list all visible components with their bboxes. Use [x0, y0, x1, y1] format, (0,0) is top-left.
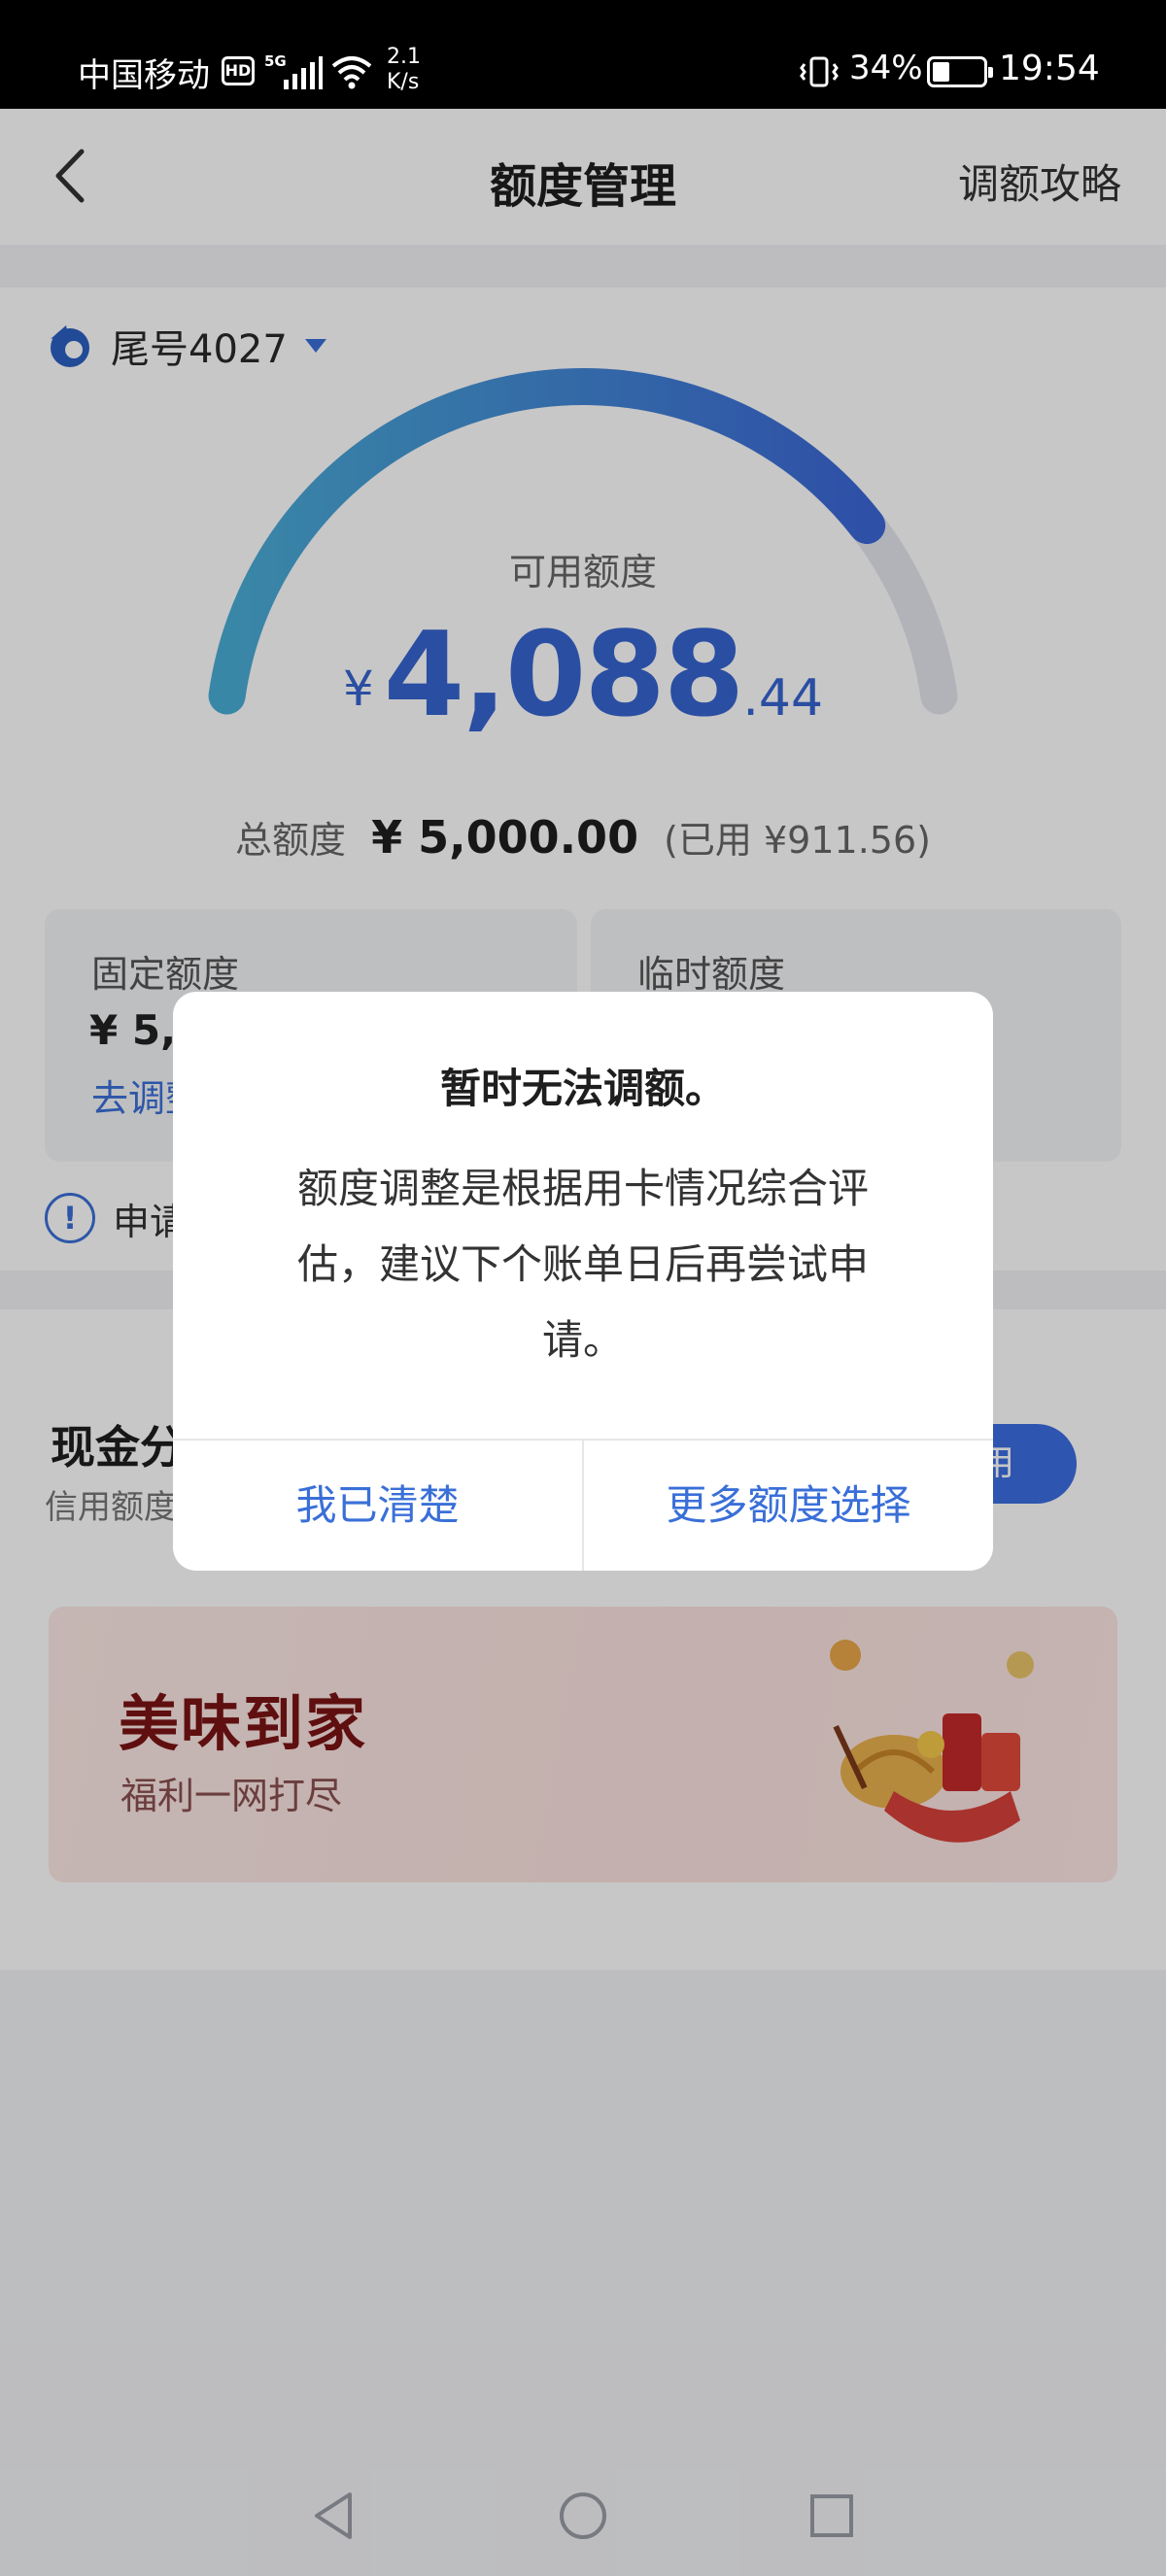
carrier-name: 中国移动 [78, 56, 210, 95]
status-bar: 中国移动 HD 5G 2.1 K/s 34% 19:54 [0, 0, 1166, 109]
hd-icon: HD [222, 56, 255, 85]
battery-icon [927, 56, 993, 87]
signal-icon [284, 56, 323, 89]
speed-unit: K/s [387, 70, 420, 94]
more-limit-options-button[interactable]: 更多额度选择 [584, 1441, 993, 1571]
acknowledge-button[interactable]: 我已清楚 [173, 1441, 582, 1571]
wifi-icon [331, 56, 372, 89]
network-speed: 2.1 K/s [387, 45, 421, 95]
dialog-message: 额度调整是根据用卡情况综合评估，建议下个账单日后再尝试申请。 [296, 1165, 869, 1364]
battery-level [933, 62, 949, 82]
limit-adjust-dialog: 暂时无法调额。 额度调整是根据用卡情况综合评估，建议下个账单日后再尝试申请。 我… [173, 992, 993, 1571]
battery-percent: 34% [849, 49, 923, 87]
dialog-title: 暂时无法调额。 [439, 1065, 726, 1112]
clock: 19:54 [999, 49, 1100, 88]
vibrate-icon [800, 56, 839, 87]
speed-value: 2.1 [387, 45, 421, 69]
